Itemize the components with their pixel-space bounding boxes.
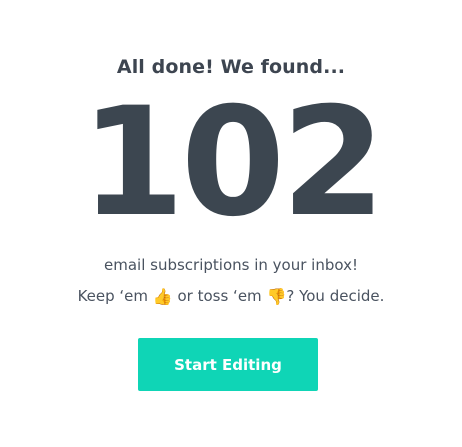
subscription-count: 102 — [80, 76, 385, 250]
toss-text: or toss ‘em — [172, 287, 267, 305]
thumbs-down-icon: 👎 — [266, 287, 287, 306]
start-editing-button[interactable]: Start Editing — [138, 338, 318, 391]
decision-message: Keep ‘em 👍 or toss ‘em 👎? You decide. — [0, 287, 462, 305]
results-headline: All done! We found... — [116, 56, 346, 78]
decide-text: ? You decide. — [286, 287, 385, 305]
subscriptions-message: email subscriptions in your inbox! — [104, 256, 358, 274]
thumbs-up-icon: 👍 — [152, 287, 173, 306]
results-screen: All done! We found... 102 email subscrip… — [0, 0, 462, 447]
keep-text: Keep ‘em — [77, 287, 153, 305]
